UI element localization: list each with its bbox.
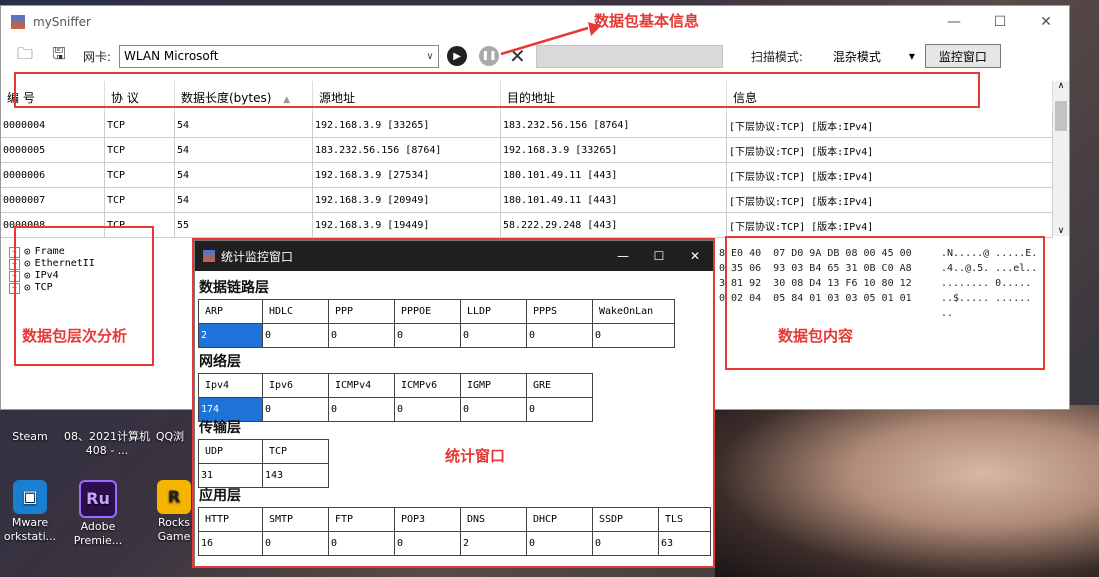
desktop-icon-document[interactable]: 08、2021计算机408 - ...	[62, 430, 152, 458]
desktop-icon-qq-browser[interactable]: QQ浏	[150, 430, 190, 444]
cell-destination: 192.168.3.9 [33265]	[500, 137, 727, 163]
table-row[interactable]: 0000007 TCP 54 192.168.3.9 [20949] 180.1…	[1, 187, 1053, 213]
annotation-box-content	[725, 236, 1045, 370]
annotation-arrow-icon	[500, 22, 601, 56]
scan-mode-label: 扫描模式:	[750, 49, 803, 64]
vmware-icon: ▣	[13, 480, 47, 514]
annotation-label-layer-analysis: 数据包层次分析	[22, 327, 128, 345]
start-capture-icon[interactable]: ▶	[447, 46, 468, 66]
scroll-down-icon[interactable]: ∨	[1053, 226, 1069, 236]
cell-length: 54	[174, 162, 313, 188]
cell-number: 0000007	[1, 187, 105, 213]
dropdown-arrow-icon: ▾	[908, 49, 915, 63]
desktop-icon-steam[interactable]: Steam	[0, 430, 60, 444]
table-row[interactable]: 0000004 TCP 54 192.168.3.9 [33265] 183.2…	[1, 113, 1053, 138]
scroll-up-icon[interactable]: ∧	[1053, 81, 1069, 91]
window-title: mySniffer	[33, 15, 91, 29]
window-controls: — ☐ ✕	[931, 6, 1069, 38]
cell-info: [下层协议:TCP] [版本:IPv4]	[726, 212, 1053, 238]
table-row[interactable]: 0000006 TCP 54 192.168.3.9 [27534] 180.1…	[1, 162, 1053, 188]
cell-number: 0000004	[1, 113, 105, 138]
desktop-icon-adobe-premiere[interactable]: Ru Adobe Premie...	[68, 480, 128, 548]
app-icon	[11, 15, 25, 29]
cell-source: 183.232.56.156 [8764]	[312, 137, 501, 163]
cell-destination: 180.101.49.11 [443]	[500, 162, 727, 188]
cell-destination: 180.101.49.11 [443]	[500, 187, 727, 213]
cell-destination: 183.232.56.156 [8764]	[500, 113, 727, 138]
cell-source: 192.168.3.9 [27534]	[312, 162, 501, 188]
cell-info: [下层协议:TCP] [版本:IPv4]	[726, 113, 1053, 138]
chevron-down-icon: ∨	[426, 50, 434, 62]
cell-source: 192.168.3.9 [19449]	[312, 212, 501, 238]
cell-length: 54	[174, 137, 313, 163]
cell-number: 0000005	[1, 137, 105, 163]
cell-length: 54	[174, 187, 313, 213]
desktop-icon-vmware[interactable]: ▣ Mware orkstati...	[0, 480, 60, 544]
scan-mode-value: 混杂模式	[832, 49, 881, 64]
cell-protocol: TCP	[104, 187, 175, 213]
desktop-icon-label: 08、2021计算机408 - ...	[64, 430, 150, 457]
annotation-box-stats	[192, 238, 715, 568]
cell-number: 0000006	[1, 162, 105, 188]
annotation-box-basic-info	[14, 72, 980, 108]
nic-select-value: WLAN Microsoft	[124, 49, 219, 63]
cell-destination: 58.222.29.248 [443]	[500, 212, 727, 238]
cell-source: 192.168.3.9 [33265]	[312, 113, 501, 138]
close-icon[interactable]: ✕	[1023, 6, 1069, 38]
desktop-icon-label: Rocks Game	[157, 516, 191, 543]
nic-select[interactable]: WLAN Microsoft ∨	[119, 44, 440, 68]
cell-info: [下层协议:TCP] [版本:IPv4]	[726, 137, 1053, 163]
desktop-icon-label: Adobe Premie...	[73, 520, 123, 547]
desktop-icon-label: QQ浏	[155, 430, 185, 443]
scan-mode-select[interactable]: 混杂模式 ▾	[833, 46, 915, 67]
table-row[interactable]: 0000005 TCP 54 183.232.56.156 [8764] 192…	[1, 137, 1053, 163]
table-row[interactable]: 0000008 TCP 55 192.168.3.9 [19449] 58.22…	[1, 212, 1053, 238]
wallpaper-image	[715, 405, 1099, 577]
cell-protocol: TCP	[104, 162, 175, 188]
open-folder-icon[interactable]: 🗀	[15, 44, 35, 66]
nic-label: 网卡:	[83, 49, 112, 64]
adobe-premiere-icon: Ru	[79, 480, 117, 518]
save-icon[interactable]: 🖫	[49, 44, 69, 66]
desktop-icon-rockstar[interactable]: R Rocks Game	[150, 480, 198, 544]
cell-source: 192.168.3.9 [20949]	[312, 187, 501, 213]
rockstar-icon: R	[157, 480, 191, 514]
desktop-icon-label: Mware orkstati...	[3, 516, 57, 543]
cell-info: [下层协议:TCP] [版本:IPv4]	[726, 162, 1053, 188]
cell-info: [下层协议:TCP] [版本:IPv4]	[726, 187, 1053, 213]
cell-protocol: TCP	[104, 137, 175, 163]
desktop-icon-label: Steam	[12, 430, 48, 443]
minimize-icon[interactable]: —	[931, 6, 977, 38]
packet-table-scrollbar[interactable]: ∧ ∨	[1053, 81, 1069, 236]
cell-length: 54	[174, 113, 313, 138]
cell-protocol: TCP	[104, 113, 175, 138]
cell-length: 55	[174, 212, 313, 238]
maximize-icon[interactable]: ☐	[977, 6, 1023, 38]
monitor-window-button[interactable]: 监控窗口	[924, 44, 1001, 68]
annotation-label-content: 数据包内容	[778, 327, 854, 345]
scrollbar-thumb[interactable]	[1055, 101, 1067, 131]
